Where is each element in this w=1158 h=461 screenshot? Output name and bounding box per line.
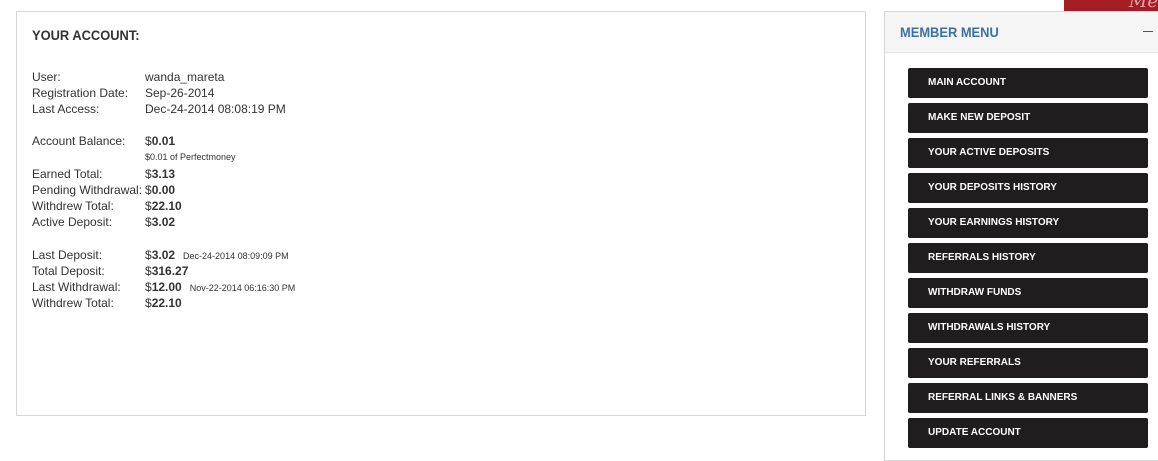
last-withdrawal-date: Nov-22-2014 06:16:30 PM [189, 283, 296, 293]
menu-item-withdrawals-history[interactable]: WITHDRAWALS HISTORY [908, 313, 1148, 343]
member-menu-header: MEMBER MENU [885, 12, 1158, 53]
menu-item-withdraw-funds[interactable]: WITHDRAW FUNDS [908, 278, 1148, 308]
last-deposit-label: Last Deposit: [32, 248, 103, 262]
last-deposit-currency: $ [145, 248, 152, 262]
menu-item-main-account[interactable]: MAIN ACCOUNT [908, 68, 1148, 98]
total-deposit-value: 316.27 [151, 264, 189, 278]
withdrew-total-value: 22.10 [151, 199, 182, 213]
withdrew-total-label: Withdrew Total: [32, 199, 114, 213]
total-deposit-label: Total Deposit: [32, 264, 105, 278]
active-deposit-currency: $ [145, 215, 152, 229]
menu-item-update-account[interactable]: UPDATE ACCOUNT [908, 418, 1148, 448]
earned-total-value: 3.13 [151, 167, 176, 181]
menu-item-your-deposits-history[interactable]: YOUR DEPOSITS HISTORY [908, 173, 1148, 203]
earned-total-currency: $ [145, 167, 152, 181]
withdrew-total-2-label: Withdrew Total: [32, 296, 114, 310]
last-withdrawal-label: Last Withdrawal: [32, 280, 121, 294]
active-deposit-value: 3.02 [151, 215, 176, 229]
member-menu-panel: MEMBER MENU MAIN ACCOUNT MAKE NEW DEPOSI… [884, 11, 1158, 461]
balance-currency: $ [145, 134, 152, 148]
member-menu-title: MEMBER MENU [900, 24, 999, 40]
account-title: YOUR ACCOUNT: [32, 27, 140, 43]
withdrew-total-currency: $ [145, 199, 152, 213]
withdrew-total-2-value: 22.10 [151, 296, 182, 310]
menu-item-your-active-deposits[interactable]: YOUR ACTIVE DEPOSITS [908, 138, 1148, 168]
pending-withdrawal-currency: $ [145, 183, 152, 197]
balance-value: 0.01 [151, 134, 176, 148]
registration-label: Registration Date: [32, 86, 129, 100]
total-deposit-currency: $ [145, 264, 152, 278]
registration-value: Sep-26-2014 [145, 86, 215, 100]
last-withdrawal-currency: $ [145, 280, 152, 294]
menu-item-your-referrals[interactable]: YOUR REFERRALS [908, 348, 1148, 378]
site-logo[interactable]: Me [1064, 0, 1158, 11]
pending-withdrawal-value: 0.00 [151, 183, 176, 197]
balance-note: $0.01 of Perfectmoney [145, 152, 236, 162]
active-deposit-label: Active Deposit: [32, 215, 113, 229]
user-value: wanda_mareta [145, 70, 225, 84]
last-withdrawal-value: 12.00 [151, 280, 182, 294]
balance-label: Account Balance: [32, 134, 126, 148]
minus-icon[interactable] [1143, 31, 1153, 32]
user-label: User: [32, 70, 61, 84]
pending-withdrawal-label: Pending Withdrawal: [32, 183, 143, 197]
menu-item-make-new-deposit[interactable]: MAKE NEW DEPOSIT [908, 103, 1148, 133]
logo-text: Me [1128, 0, 1158, 11]
earned-total-label: Earned Total: [32, 167, 103, 181]
account-panel: YOUR ACCOUNT: User: wanda_mareta Registr… [16, 11, 866, 416]
menu-item-your-earnings-history[interactable]: YOUR EARNINGS HISTORY [908, 208, 1148, 238]
last-deposit-date: Dec-24-2014 08:09:09 PM [183, 251, 289, 261]
menu-item-referrals-history[interactable]: REFERRALS HISTORY [908, 243, 1148, 273]
last-access-value: Dec-24-2014 08:08:19 PM [145, 102, 286, 116]
last-deposit-value: 3.02 [151, 248, 176, 262]
withdrew-total-2-currency: $ [145, 296, 152, 310]
menu-item-referral-links-banners[interactable]: REFERRAL LINKS & BANNERS [908, 383, 1148, 413]
last-access-label: Last Access: [32, 102, 100, 116]
